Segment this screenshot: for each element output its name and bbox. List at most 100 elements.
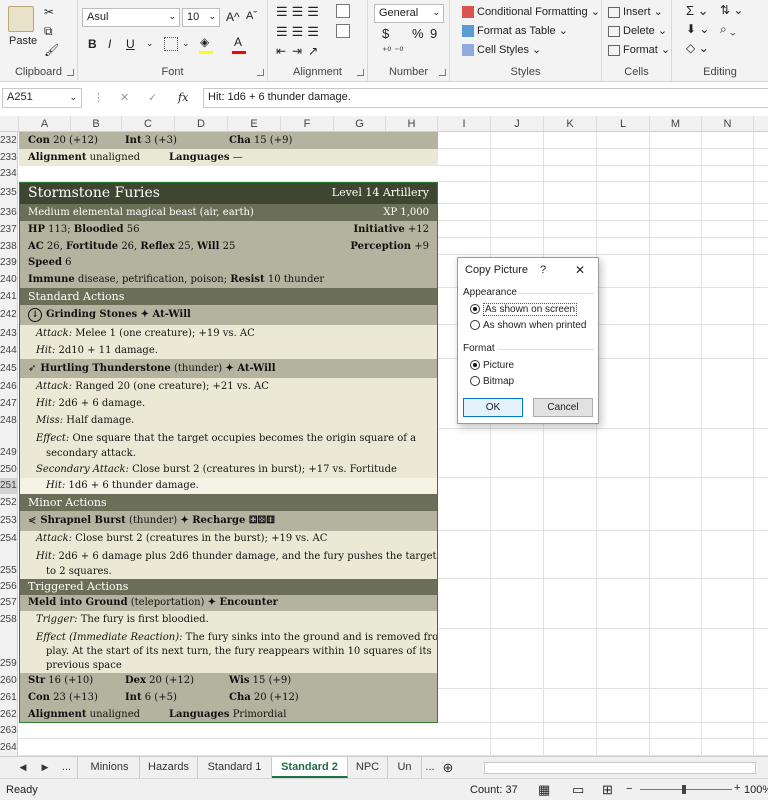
merge-center-icon[interactable] [336,24,350,38]
radio-bitmap[interactable]: Bitmap [470,376,514,387]
row-header[interactable]: 264 [0,739,18,756]
column-header-h[interactable]: H [386,116,438,132]
column-header-c[interactable]: C [122,116,175,132]
worksheet[interactable]: A B C D E F G H I J K L M N 232 Con 20 (… [0,116,768,756]
format-as-table-button[interactable]: Format as Table ⌄ [462,24,568,38]
tab-standard-1[interactable]: Standard 1 [198,757,272,778]
delete-button[interactable]: Delete ⌄ [608,24,667,37]
page-layout-icon[interactable]: ▭ [572,782,584,798]
add-sheet-icon[interactable]: ⊕ [438,757,458,778]
column-header-b[interactable]: B [71,116,122,132]
row-header[interactable]: 261 [0,689,18,706]
column-header-j[interactable]: J [491,116,544,132]
select-all-corner[interactable] [0,116,19,132]
zoom-slider-thumb[interactable] [682,785,686,794]
tab-overflow-left[interactable]: ... [56,757,78,778]
row-header[interactable]: 255 [0,547,18,579]
column-header-n[interactable]: N [702,116,754,132]
zoom-in-icon[interactable]: + [734,782,740,794]
format-button[interactable]: Format ⌄ [608,43,670,56]
conditional-formatting-button[interactable]: Conditional Formatting ⌄ [462,5,600,19]
tab-npc[interactable]: NPC [348,757,388,778]
active-cell[interactable]: Hit: 1d6 + 6 thunder damage. [19,478,438,494]
row-header[interactable]: 239 [0,255,18,271]
row-header[interactable]: 250 [0,461,18,478]
column-header-i[interactable]: I [438,116,491,132]
zoom-out-icon[interactable]: − [626,783,632,795]
row-header[interactable]: 259 [0,629,18,673]
fill-icon[interactable]: ⬇ ⌄ [686,22,709,36]
shrink-font-button[interactable]: Aˇ [246,10,257,22]
radio-shown-on-screen[interactable]: As shown on screen [470,303,578,316]
close-button[interactable]: ✕ [575,263,585,277]
clipboard-launcher-icon[interactable] [67,69,74,76]
column-header-e[interactable]: E [228,116,281,132]
ok-button[interactable]: OK [463,398,523,417]
cell-styles-button[interactable]: Cell Styles ⌄ [462,43,541,57]
help-button[interactable]: ? [540,264,546,276]
row-header[interactable]: 236 [0,204,18,221]
row-header[interactable]: 241 [0,288,18,305]
comma-button[interactable]: 9 [430,26,437,41]
column-header-k[interactable]: K [544,116,597,132]
borders-icon[interactable] [164,37,178,51]
scroll-right-icon[interactable]: ▶ [38,757,52,778]
paste-icon[interactable] [8,6,34,32]
grow-font-button[interactable]: A^ [226,10,240,24]
formula-input[interactable]: Hit: 1d6 + 6 thunder damage. [203,88,768,108]
page-break-icon[interactable]: ⊞ [602,782,613,798]
row-header[interactable]: 253 [0,511,18,531]
percent-button[interactable]: % [412,26,424,41]
row-header[interactable]: 248 [0,412,18,429]
row-header[interactable]: 237 [0,221,18,238]
font-color-icon[interactable]: A [234,35,242,49]
row-header[interactable]: 262 [0,706,18,723]
row-header[interactable]: 244 [0,342,18,359]
tab-minions[interactable]: Minions [80,757,140,778]
row-header[interactable]: 257 [0,595,18,611]
italic-button[interactable]: I [108,37,111,51]
tab-standard-2[interactable]: Standard 2 [272,757,348,778]
radio-picture[interactable]: Picture [470,360,514,371]
number-format-select[interactable]: General ⌄ [374,4,444,23]
cancel-entry-icon[interactable]: ✕ [120,91,129,104]
paste-button[interactable]: Paste [9,35,37,47]
row-header[interactable]: 245 [0,359,18,378]
fill-color-icon[interactable]: ◈ [200,35,209,49]
tab-overflow-right[interactable]: ... [422,757,438,778]
clear-icon[interactable]: ◇ ⌄ [686,41,709,55]
font-name-select[interactable]: Asul ⌄ [82,8,180,27]
autosum-icon[interactable]: Σ ⌄ [686,3,709,19]
chevron-down-icon[interactable]: ⌄ [146,38,154,49]
zoom-slider[interactable] [640,789,732,790]
row-header[interactable]: 247 [0,395,18,412]
wrap-text-icon[interactable] [336,4,350,18]
format-painter-icon[interactable]: 🖌 [44,43,59,57]
chevron-down-icon[interactable]: ⌄ [182,38,190,49]
row-header[interactable]: 243 [0,325,18,342]
row-header[interactable]: 249 [0,429,18,461]
column-header-g[interactable]: G [334,116,386,132]
font-launcher-icon[interactable] [257,69,264,76]
row-header[interactable]: 258 [0,611,18,629]
row-header[interactable]: 238 [0,238,18,255]
confirm-entry-icon[interactable]: ✓ [148,91,157,104]
underline-button[interactable]: U [126,37,135,51]
tab-hazards[interactable]: Hazards [140,757,198,778]
row-header[interactable]: 232 [0,132,18,149]
sort-filter-icon[interactable]: ⇅ ⌄ [720,3,743,17]
alignment-launcher-icon[interactable] [357,69,364,76]
bold-button[interactable]: B [88,37,97,51]
radio-shown-when-printed[interactable]: As shown when printed [470,320,586,331]
indent-icons[interactable]: ⇤⇥↗ [276,44,324,58]
row-header[interactable]: 235 [0,182,18,204]
row-header[interactable]: 233 [0,149,18,166]
row-header[interactable]: 242 [0,305,18,325]
font-size-select[interactable]: 10 ⌄ [182,8,220,27]
scroll-left-icon[interactable]: ◀ [16,757,30,778]
column-header-m[interactable]: M [650,116,702,132]
row-header[interactable]: 263 [0,723,18,739]
row-header[interactable]: 256 [0,579,18,595]
column-header-l[interactable]: L [597,116,650,132]
copy-icon[interactable]: ⧉ [44,24,53,39]
